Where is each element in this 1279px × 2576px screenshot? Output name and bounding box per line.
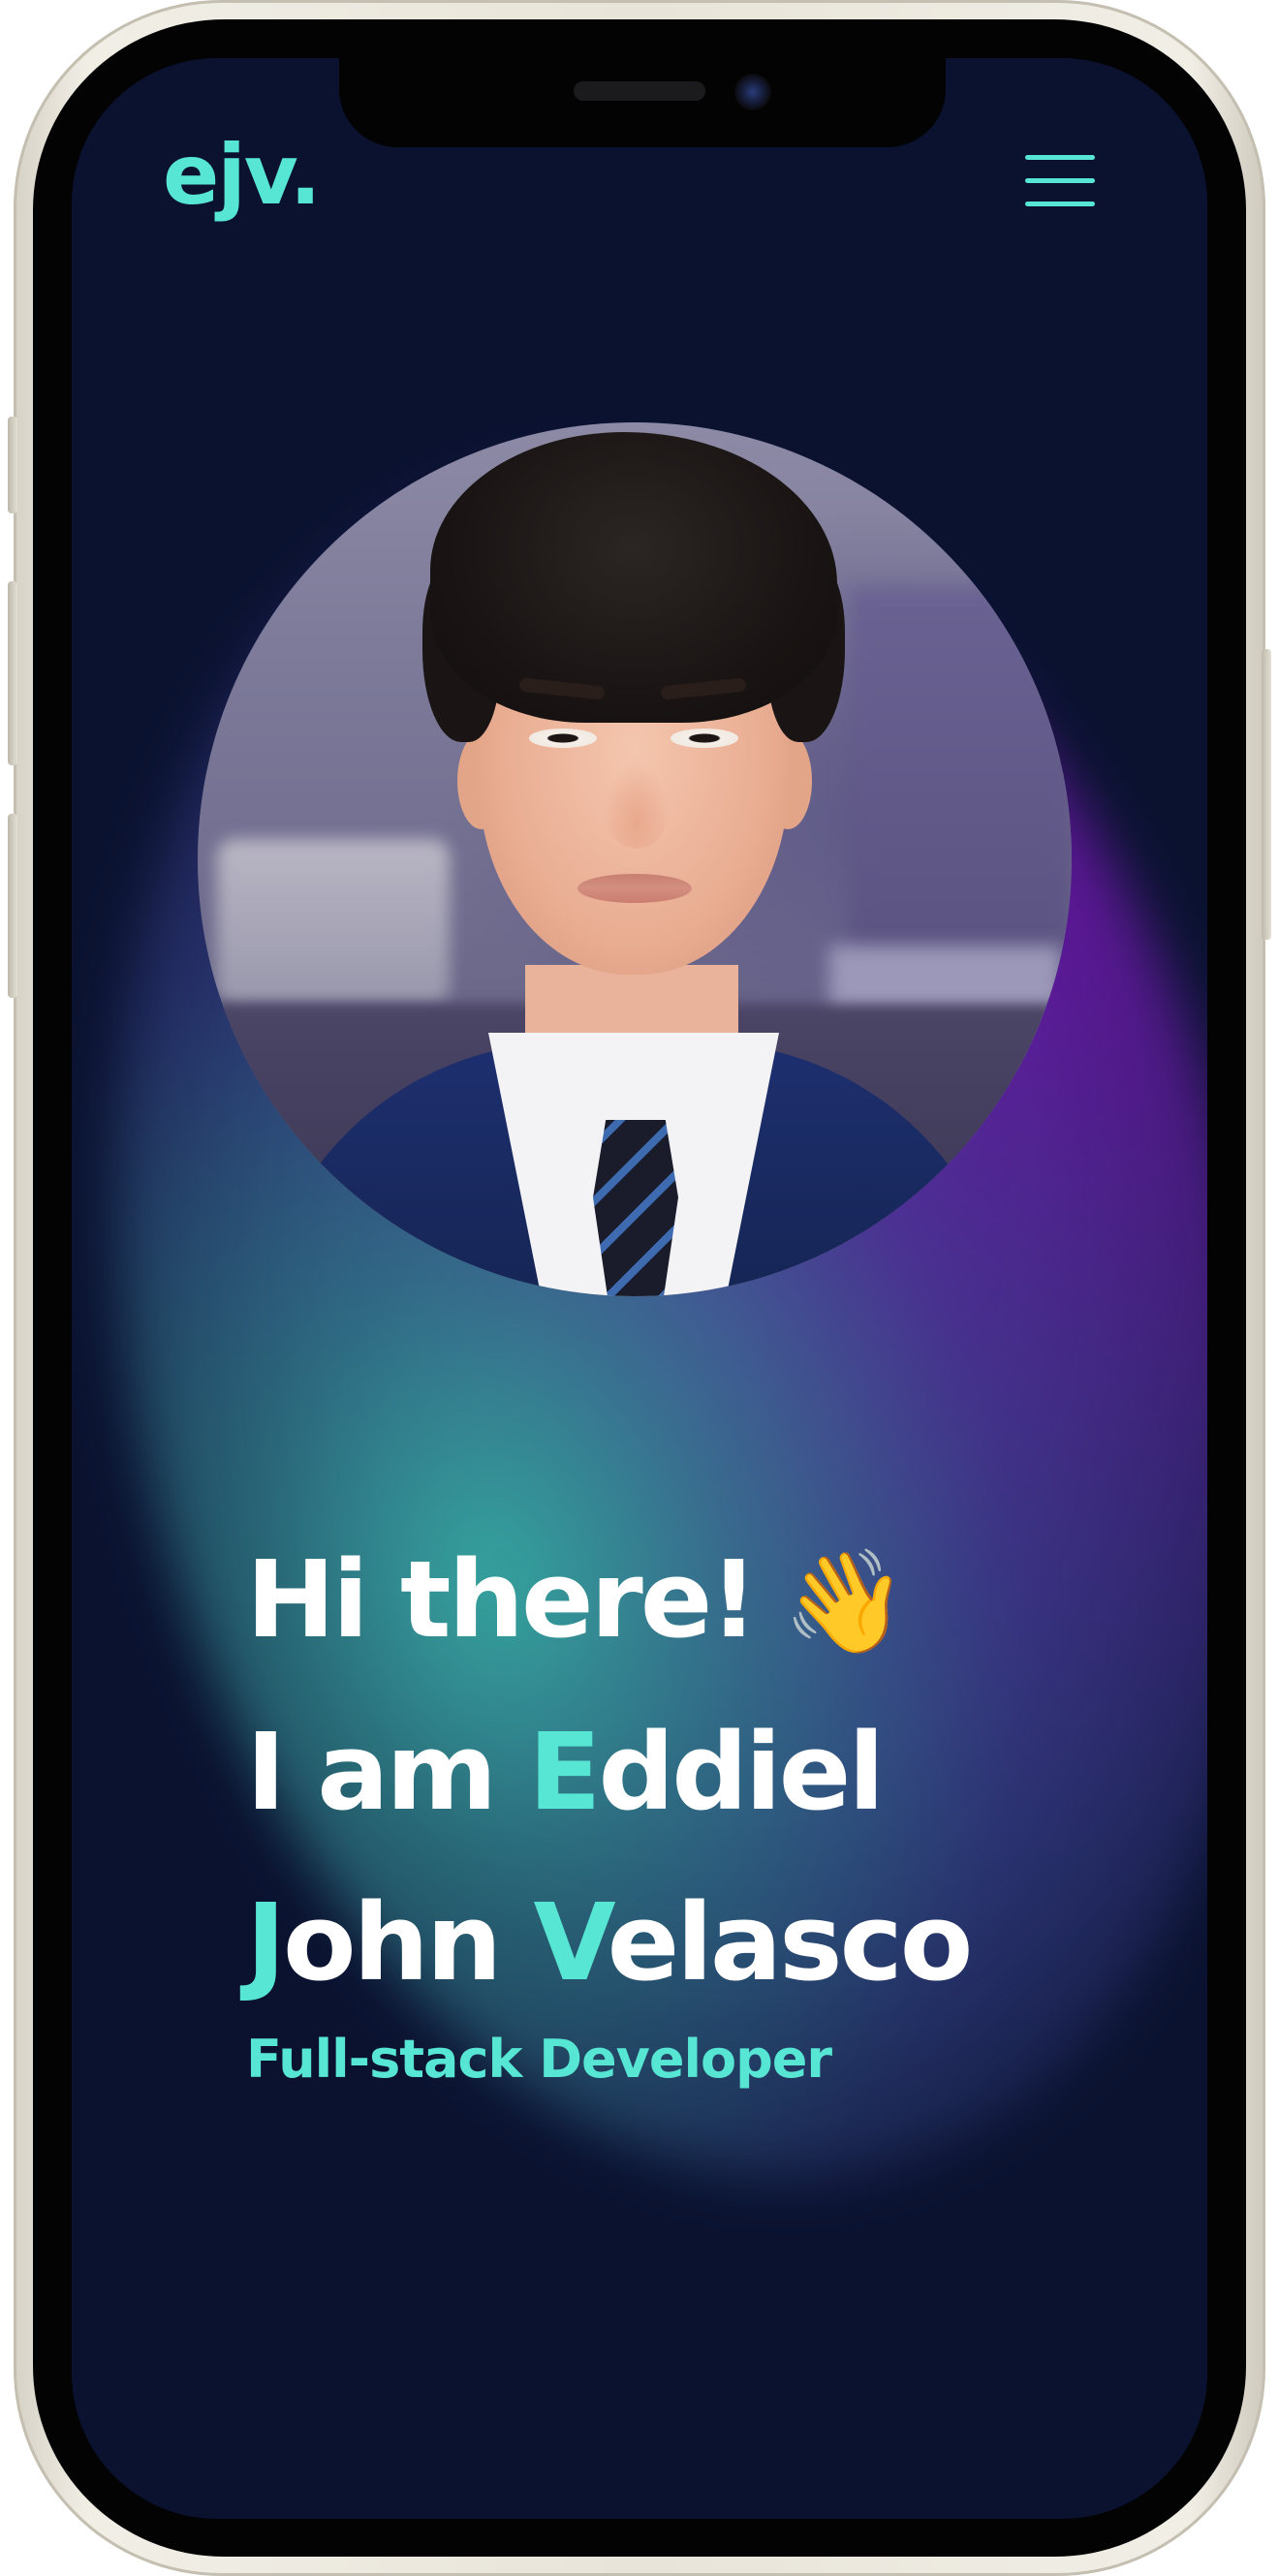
earpiece-speaker — [574, 81, 705, 101]
power-button — [1262, 649, 1271, 940]
photo-tie — [593, 1120, 678, 1296]
volume-up-button — [8, 581, 17, 765]
notch — [339, 58, 946, 147]
middle-name: John — [246, 1880, 534, 2004]
first-name-initial: E — [528, 1710, 601, 1834]
job-title: Full-stack Developer — [246, 2029, 832, 2090]
intro-prefix: I am — [246, 1710, 529, 1834]
last-name-initial: V — [533, 1880, 609, 2004]
greeting-heading: Hi there! 👋 — [246, 1542, 908, 1660]
intro-line: I am Eddiel — [246, 1719, 885, 1825]
photo-background-sofa — [217, 839, 450, 1004]
photo-background-wall — [849, 587, 1072, 994]
photo-nose — [603, 761, 671, 849]
last-name-rest: elasco — [607, 1880, 974, 2004]
greeting-text: Hi there! — [246, 1537, 759, 1661]
mute-switch — [8, 417, 17, 513]
name-line: John Velasco — [246, 1889, 973, 1996]
photo-eye-left — [529, 729, 597, 748]
photo-eye-right — [671, 729, 738, 748]
front-camera — [734, 74, 771, 110]
hamburger-menu-icon[interactable] — [1025, 151, 1101, 209]
photo-hair — [430, 432, 837, 723]
volume-down-button — [8, 814, 17, 998]
site-logo[interactable]: ejv. — [163, 134, 322, 217]
profile-photo — [198, 422, 1072, 1296]
photo-mouth — [577, 874, 692, 903]
first-name-rest: ddiel — [598, 1710, 885, 1834]
waving-hand-icon: 👋 — [782, 1542, 908, 1660]
